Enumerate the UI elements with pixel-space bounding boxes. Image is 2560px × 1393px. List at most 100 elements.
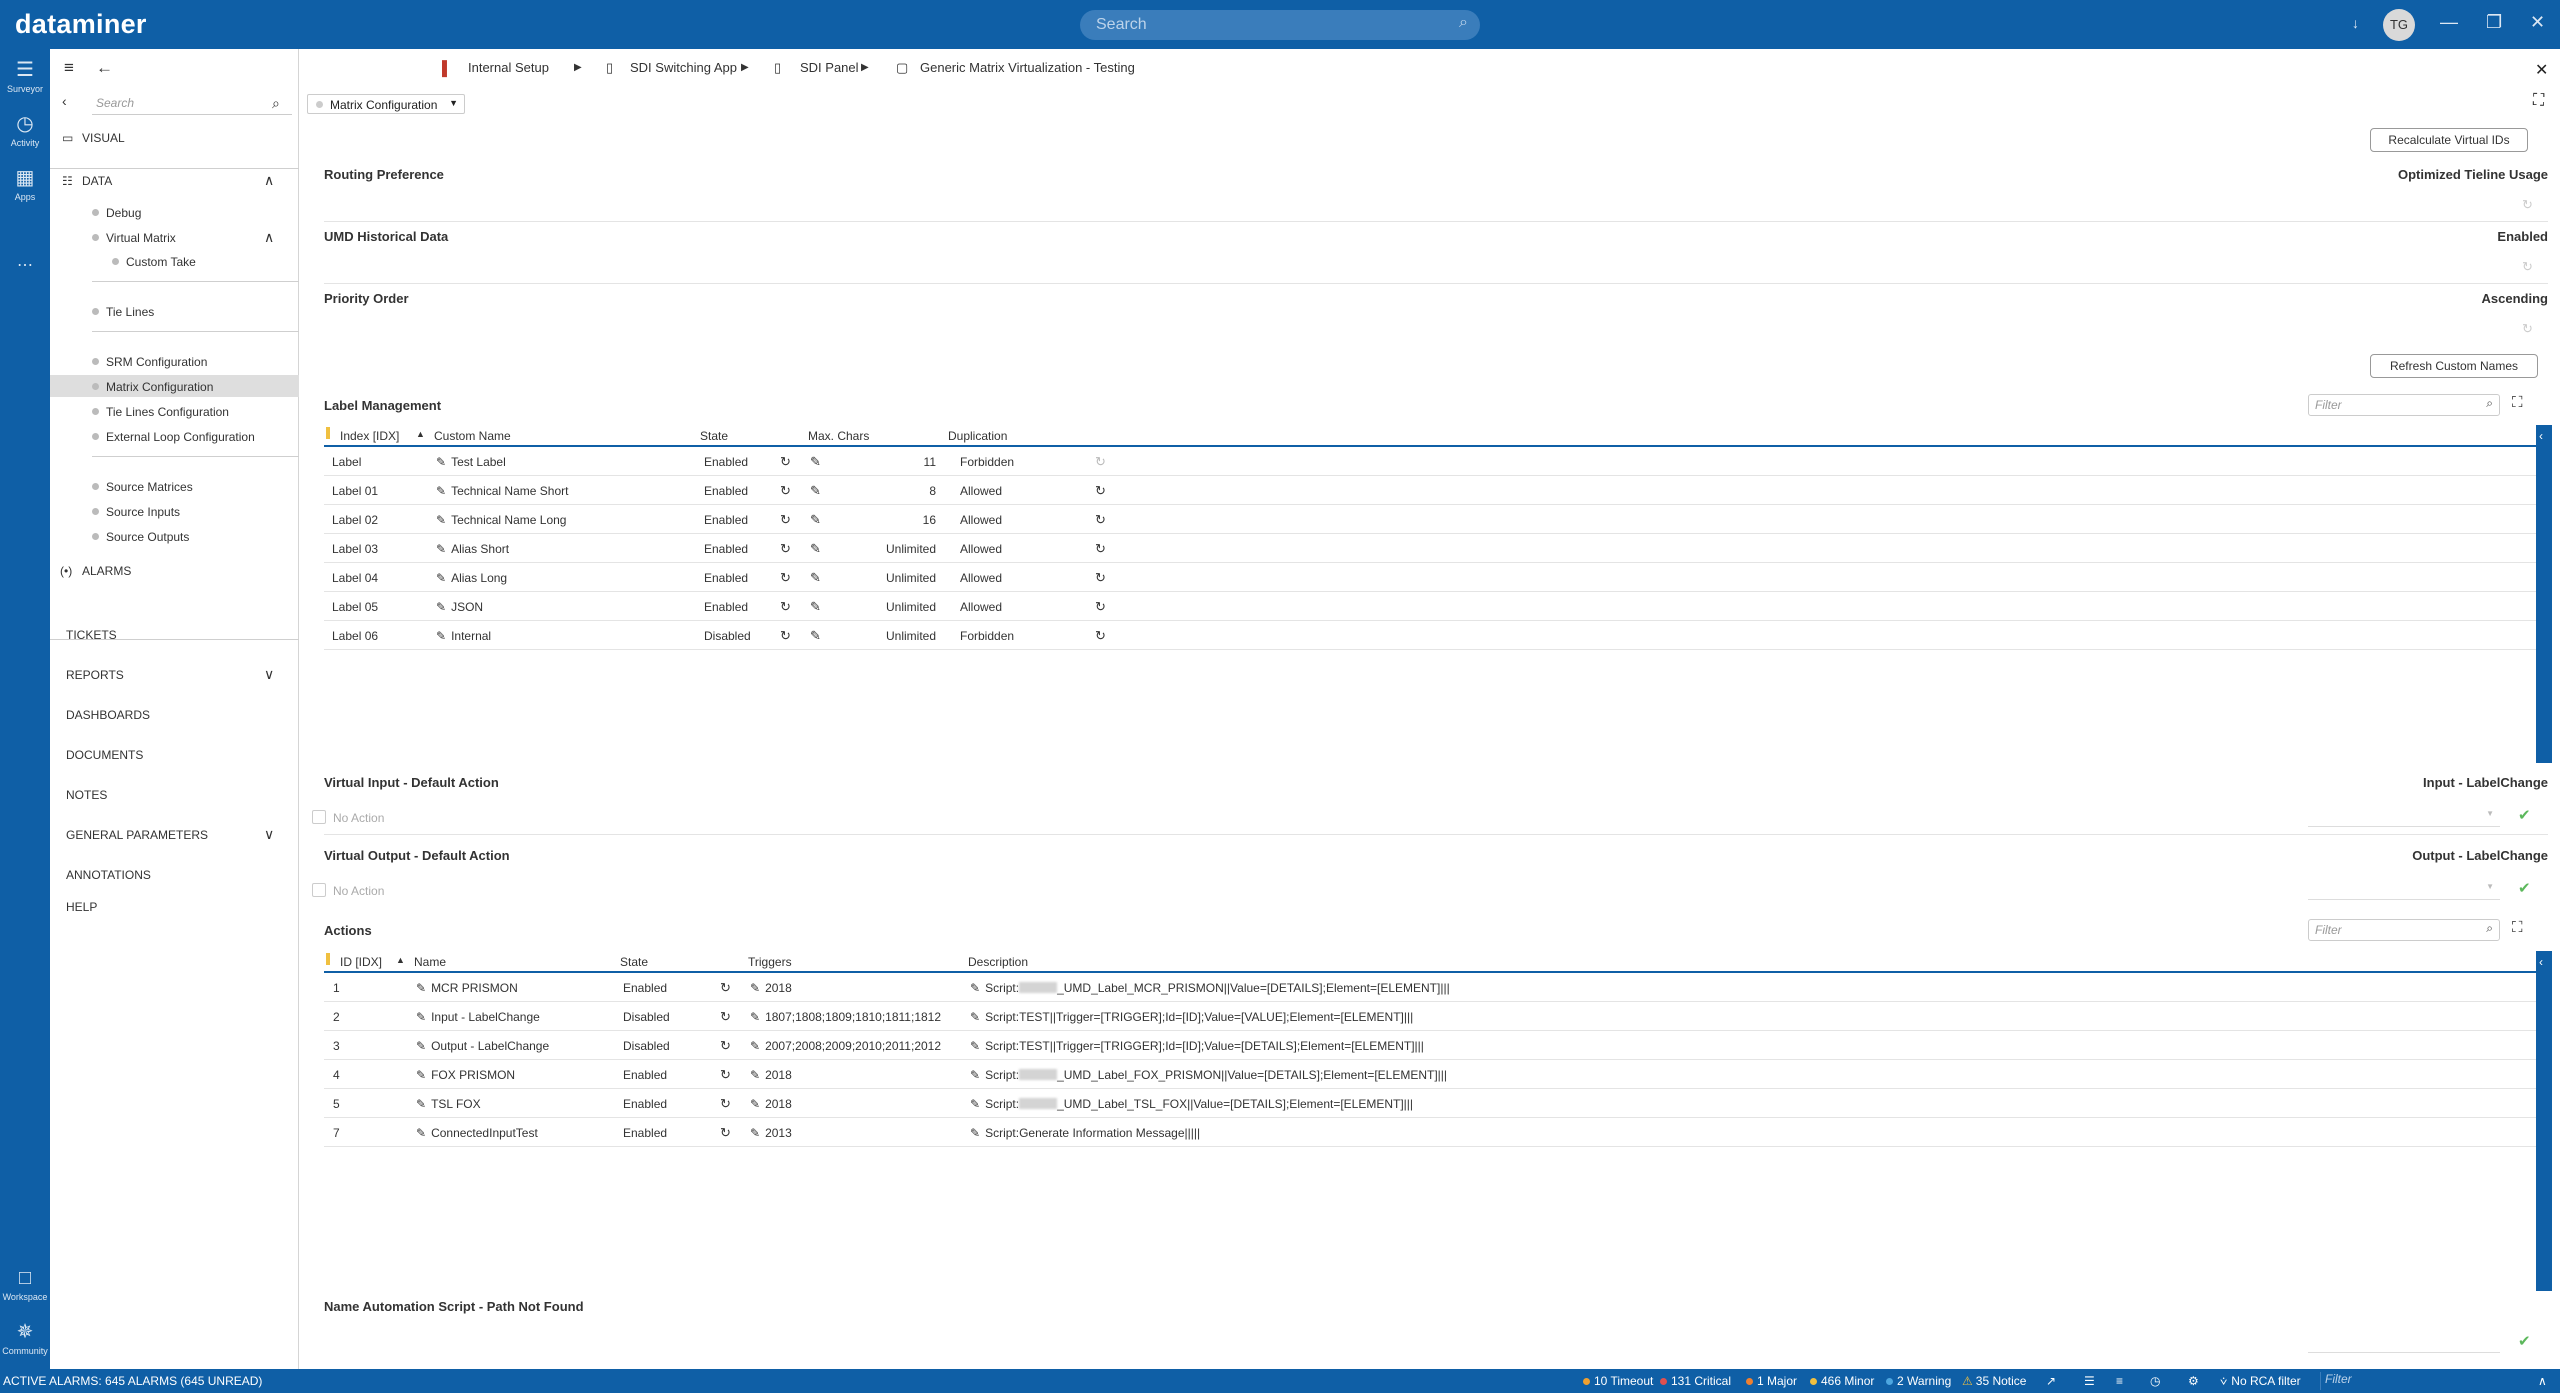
toggle-duplication-icon[interactable]: ↻ [1095,628,1106,644]
actions-filter-input[interactable]: Filter ⌕ [2308,919,2500,941]
nav-item-tie-lines-configuration[interactable]: Tie Lines Configuration [92,405,229,419]
refresh-icon[interactable]: ↻ [2522,321,2533,337]
sort-icon[interactable]: ≡ [2116,1374,2123,1388]
toggle-state-icon[interactable]: ↻ [780,570,791,586]
column-header-description[interactable]: Description [968,955,1028,969]
recalculate-virtual-ids-button[interactable]: Recalculate Virtual IDs [2370,128,2528,152]
label-filter-input[interactable]: Filter ⌕ [2308,394,2500,416]
edit-pencil-icon[interactable]: ✎ [750,1068,760,1082]
nav-item-source-matrices[interactable]: Source Matrices [92,480,193,494]
chevron-left-icon[interactable]: ‹ [2539,955,2543,969]
column-header-name[interactable]: Name [414,955,446,969]
virtual-input-dropdown[interactable]: ▼ [2308,805,2500,827]
edit-pencil-icon[interactable]: ✎ [810,483,821,499]
chevron-up-icon[interactable]: ∧ [264,229,274,246]
toggle-state-icon[interactable]: ↻ [780,599,791,615]
edit-pencil-icon[interactable]: ✎ [436,513,446,527]
status-major[interactable]: 1 Major [1746,1374,1797,1388]
actions-table-scrollbar[interactable] [2536,951,2552,1291]
nav-item-debug[interactable]: Debug [92,206,141,220]
edit-pencil-icon[interactable]: ✎ [750,1126,760,1140]
nav-item-tie-lines[interactable]: Tie Lines [92,305,154,319]
rail-activity[interactable]: ◷ Activity [0,111,50,148]
no-action-checkbox[interactable] [312,883,326,897]
chevron-up-icon[interactable]: ∧ [2538,1374,2547,1388]
search-icon[interactable]: ⌕ [272,95,280,112]
status-notice[interactable]: ⚠ 35 Notice [1962,1374,2026,1388]
confirm-check-icon[interactable]: ✔ [2518,1332,2531,1350]
hamburger-menu-icon[interactable]: ≡ [64,58,74,78]
name-automation-dropdown[interactable] [2308,1331,2500,1353]
edit-pencil-icon[interactable]: ✎ [970,981,980,995]
edit-pencil-icon[interactable]: ✎ [436,542,446,556]
toggle-state-icon[interactable]: ↻ [720,980,731,996]
edit-pencil-icon[interactable]: ✎ [750,981,760,995]
edit-pencil-icon[interactable]: ✎ [970,1039,980,1053]
avatar[interactable]: TG [2383,9,2415,41]
rail-apps[interactable]: ▦ Apps [0,165,50,202]
nav-help[interactable]: HELP [66,900,315,914]
toggle-duplication-icon[interactable]: ↻ [1095,454,1106,470]
chevron-down-icon[interactable]: ∨ [264,826,274,843]
refresh-icon[interactable]: ↻ [2522,259,2533,275]
rca-filter[interactable]: ⩒ No RCA filter [2220,1374,2301,1389]
column-header-custom-name[interactable]: Custom Name [434,429,511,443]
toggle-state-icon[interactable]: ↻ [780,483,791,499]
column-header-state[interactable]: State [700,429,728,443]
label-table-scrollbar[interactable] [2536,425,2552,763]
column-header-id[interactable]: ID [IDX] [340,955,382,969]
toggle-state-icon[interactable]: ↻ [720,1038,731,1054]
nav-item-custom-take[interactable]: Custom Take [112,255,196,269]
download-icon[interactable]: ↓ [2352,15,2359,31]
nav-item-virtual-matrix[interactable]: Virtual Matrix [92,231,176,245]
back-arrow-icon[interactable]: ← [96,58,113,78]
close-window-icon[interactable]: ✕ [2530,12,2545,33]
edit-pencil-icon[interactable]: ✎ [436,600,446,614]
chevron-up-icon[interactable]: ∧ [264,172,274,189]
nav-item-source-outputs[interactable]: Source Outputs [92,530,189,544]
nav-reports[interactable]: REPORTS ∨ [66,666,299,683]
toggle-state-icon[interactable]: ↻ [720,1009,731,1025]
edit-pencil-icon[interactable]: ✎ [436,455,446,469]
confirm-check-icon[interactable]: ✔ [2518,806,2531,824]
rail-surveyor[interactable]: ☰ Surveyor [0,57,50,94]
expand-table-icon[interactable]: ⛶ [2512,394,2523,411]
nav-annotations[interactable]: ANNOTATIONS [66,868,315,882]
edit-pencil-icon[interactable]: ✎ [810,541,821,557]
edit-pencil-icon[interactable]: ✎ [750,1097,760,1111]
edit-pencil-icon[interactable]: ✎ [810,512,821,528]
column-header-duplication[interactable]: Duplication [948,429,1007,443]
nav-general-parameters[interactable]: GENERAL PARAMETERS ∨ [66,826,299,843]
settings-icon[interactable]: ⚙ [2188,1374,2199,1388]
column-header-state[interactable]: State [620,955,648,969]
edit-pencil-icon[interactable]: ✎ [750,1039,760,1053]
toggle-state-icon[interactable]: ↻ [780,541,791,557]
expand-table-icon[interactable]: ⛶ [2512,919,2523,936]
chevron-down-icon[interactable]: ∨ [264,666,274,683]
edit-pencil-icon[interactable]: ✎ [810,628,821,644]
active-alarms-summary[interactable]: ACTIVE ALARMS: 645 ALARMS (645 UNREAD) [3,1374,262,1388]
nav-notes[interactable]: NOTES [66,788,315,802]
column-header-max-chars[interactable]: Max. Chars [808,429,869,443]
toggle-state-icon[interactable]: ↻ [720,1067,731,1083]
restore-icon[interactable]: ❐ [2486,12,2502,33]
no-action-checkbox[interactable] [312,810,326,824]
edit-pencil-icon[interactable]: ✎ [416,981,426,995]
edit-pencil-icon[interactable]: ✎ [416,1097,426,1111]
more-icon[interactable]: ⋯ [0,255,50,275]
toggle-duplication-icon[interactable]: ↻ [1095,599,1106,615]
status-minor[interactable]: 466 Minor [1810,1374,1874,1388]
edit-pencil-icon[interactable]: ✎ [416,1039,426,1053]
edit-pencil-icon[interactable]: ✎ [416,1068,426,1082]
edit-pencil-icon[interactable]: ✎ [810,570,821,586]
column-header-index[interactable]: Index [IDX] [340,429,399,443]
rail-community[interactable]: ✵ Community [0,1319,50,1356]
nav-documents[interactable]: DOCUMENTS [66,748,315,762]
virtual-output-dropdown[interactable]: ▼ [2308,878,2500,900]
toggle-state-icon[interactable]: ↻ [780,454,791,470]
toggle-state-icon[interactable]: ↻ [780,628,791,644]
edit-pencil-icon[interactable]: ✎ [416,1126,426,1140]
edit-pencil-icon[interactable]: ✎ [810,599,821,615]
edit-pencil-icon[interactable]: ✎ [416,1010,426,1024]
toggle-state-icon[interactable]: ↻ [720,1125,731,1141]
